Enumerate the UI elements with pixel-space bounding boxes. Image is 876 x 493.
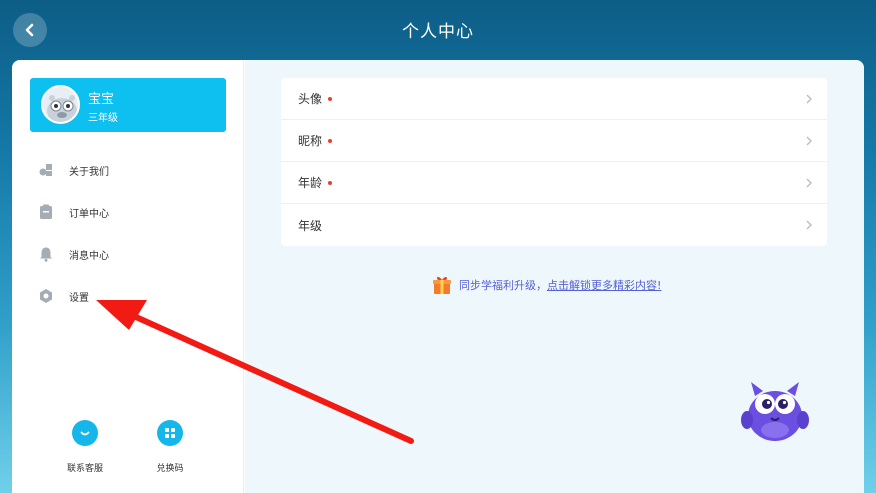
- promo-text: 同步学福利升级，: [459, 279, 547, 292]
- chevron-right-icon: [806, 94, 812, 104]
- row-label: 年级: [298, 218, 323, 233]
- clipboard-icon: [38, 204, 54, 220]
- sidebar-item-label: 消息中心: [69, 250, 109, 262]
- sidebar-item-messages[interactable]: 消息中心: [38, 242, 218, 266]
- cartoon-avatar-icon: [47, 95, 77, 122]
- redeem-code-label: 兑换码: [156, 464, 184, 474]
- sidebar-item-label: 设置: [69, 292, 89, 304]
- cubes-icon: [38, 162, 54, 178]
- row-label: 昵称: [298, 134, 323, 148]
- promo-unlock-link[interactable]: 点击解锁更多精彩内容!: [547, 277, 661, 293]
- redeem-code-button[interactable]: 兑换码: [140, 420, 200, 474]
- chat-bubble-icon: [72, 420, 98, 446]
- required-dot: [328, 138, 333, 143]
- mascot-owl-icon: [741, 382, 809, 441]
- row-label: 年龄: [298, 176, 323, 190]
- profile-form: 头像 昵称 年龄 年级: [281, 78, 827, 246]
- chevron-right-icon: [806, 178, 812, 188]
- main-panel: 宝宝 三年级 关于我们 订单中心 消息中心 设置 联系客服 兑换码 头像 昵称 …: [12, 60, 864, 493]
- row-label: 头像: [298, 92, 323, 106]
- profile-row-avatar[interactable]: 头像: [281, 78, 827, 120]
- profile-row-grade[interactable]: 年级: [281, 204, 827, 246]
- avatar: [41, 85, 80, 124]
- contact-support-button[interactable]: 联系客服: [55, 420, 115, 474]
- promo-banner: 同步学福利升级， 点击解锁更多精彩内容!: [431, 274, 661, 296]
- user-grade: 三年级: [88, 113, 118, 124]
- chevron-right-icon: [806, 220, 812, 230]
- chevron-right-icon: [806, 136, 812, 146]
- user-name: 宝宝: [88, 92, 115, 107]
- sidebar-item-settings[interactable]: 设置: [38, 284, 218, 308]
- sidebar-item-about[interactable]: 关于我们: [38, 158, 218, 182]
- profile-row-nickname[interactable]: 昵称: [281, 120, 827, 162]
- sidebar-item-orders[interactable]: 订单中心: [38, 200, 218, 224]
- profile-row-age[interactable]: 年龄: [281, 162, 827, 204]
- page-title: 个人中心: [402, 22, 474, 42]
- sidebar: 宝宝 三年级 关于我们 订单中心 消息中心 设置 联系客服 兑换码: [12, 60, 244, 493]
- hexagon-gear-icon: [38, 288, 54, 304]
- sidebar-item-label: 关于我们: [69, 166, 109, 178]
- sidebar-item-label: 订单中心: [69, 208, 109, 220]
- required-dot: [328, 180, 333, 185]
- top-bar: 个人中心: [0, 0, 876, 58]
- user-card[interactable]: 宝宝 三年级: [30, 78, 226, 132]
- gift-icon: [433, 276, 451, 294]
- grid-icon: [157, 420, 183, 446]
- profile-content: 头像 昵称 年龄 年级 同步学福利升级， 点击解锁更多精彩内容!: [245, 60, 864, 493]
- contact-support-label: 联系客服: [66, 464, 103, 474]
- required-dot: [328, 96, 333, 101]
- bell-icon: [38, 246, 54, 262]
